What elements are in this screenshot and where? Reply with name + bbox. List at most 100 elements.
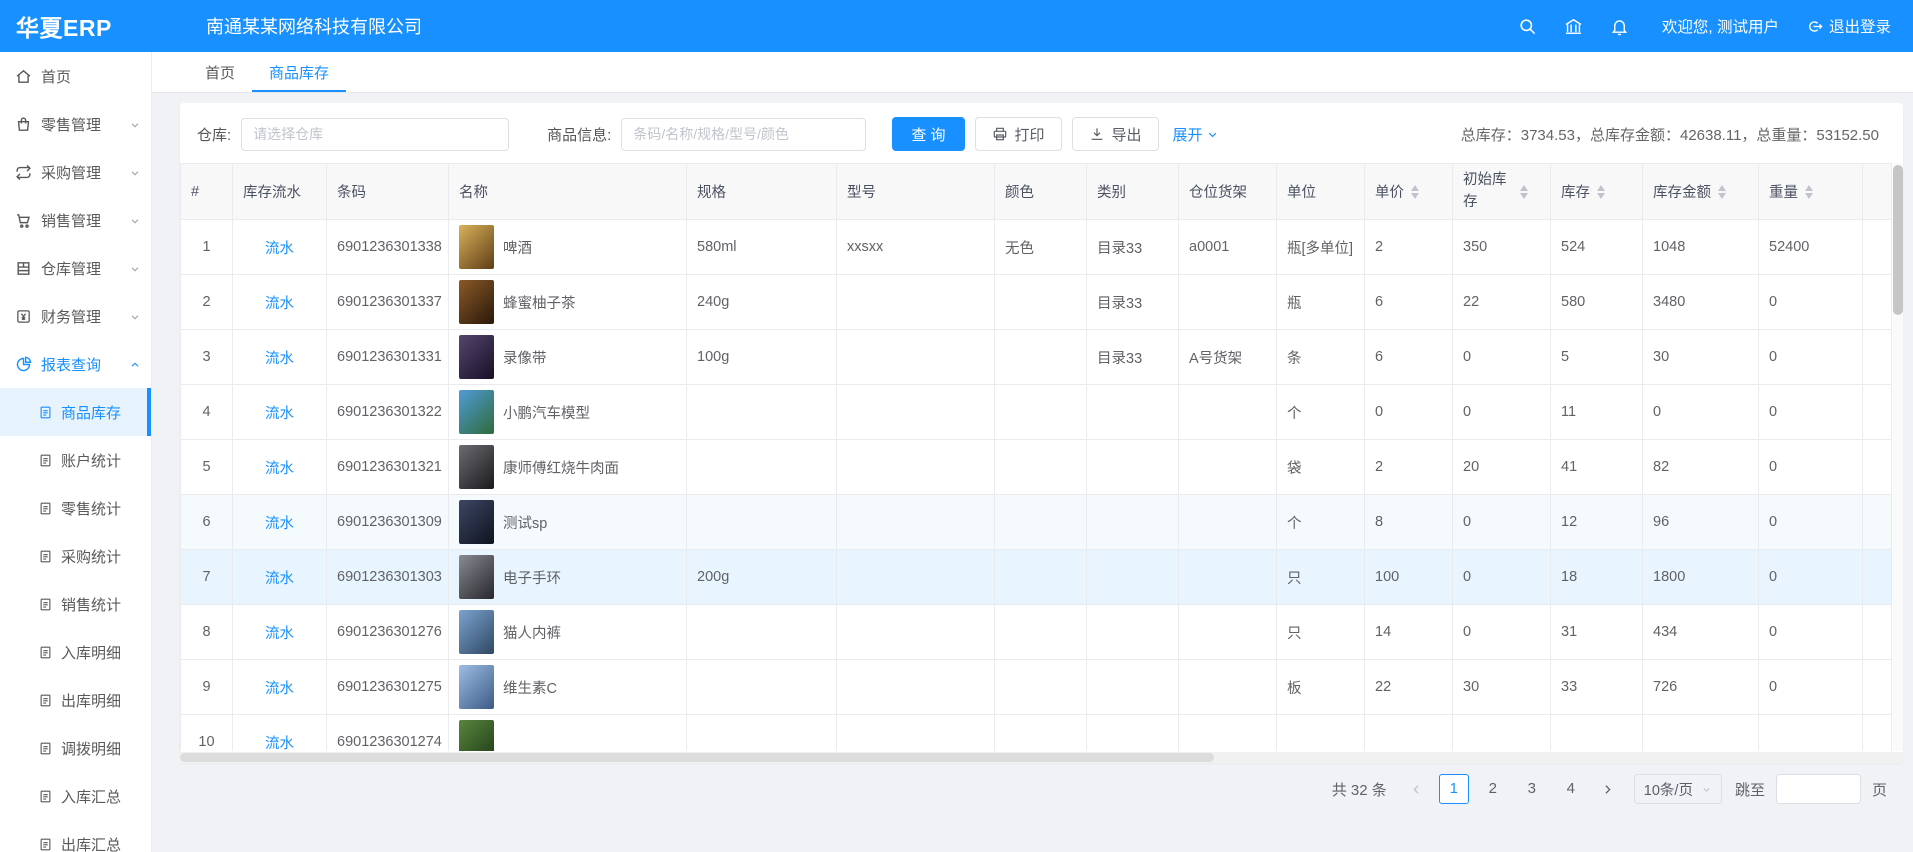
- cell-color: [995, 385, 1087, 440]
- column-header-stock-amount[interactable]: 库存金额: [1643, 164, 1759, 220]
- cell-stock-amount: 1048: [1643, 220, 1759, 275]
- horizontal-scrollbar-thumb[interactable]: [180, 753, 1214, 762]
- product-thumbnail[interactable]: [459, 225, 494, 269]
- product-thumbnail[interactable]: [459, 390, 494, 434]
- sidebar-item-purchase[interactable]: 采购管理: [0, 148, 151, 196]
- tab-product-stock[interactable]: 商品库存: [252, 52, 346, 92]
- stock-flow-link[interactable]: 流水: [265, 681, 294, 697]
- sidebar-item-sales[interactable]: 销售管理: [0, 196, 151, 244]
- sidebar-item-transfer-detail[interactable]: 调拨明细: [0, 724, 151, 772]
- product-info-label: 商品信息:: [547, 124, 611, 145]
- product-thumbnail[interactable]: [459, 720, 494, 751]
- warehouse-select-input[interactable]: [241, 118, 509, 151]
- product-name: 录像带: [503, 347, 547, 368]
- product-thumbnail[interactable]: [459, 665, 494, 709]
- stock-flow-link[interactable]: 流水: [265, 571, 294, 587]
- product-thumbnail[interactable]: [459, 280, 494, 324]
- jump-page-input[interactable]: [1776, 774, 1861, 804]
- stock-flow-link[interactable]: 流水: [265, 296, 294, 312]
- table-row[interactable]: 10流水6901236301274: [181, 715, 1892, 752]
- export-button[interactable]: 导出: [1072, 117, 1159, 151]
- search-button[interactable]: 查 询: [892, 117, 964, 151]
- platform-icon[interactable]: [1564, 17, 1583, 36]
- page-number-2[interactable]: 2: [1478, 774, 1508, 804]
- sidebar-item-reports[interactable]: 报表查询: [0, 340, 151, 388]
- product-thumbnail[interactable]: [459, 610, 494, 654]
- stock-flow-link[interactable]: 流水: [265, 406, 294, 422]
- cell-category: [1087, 605, 1179, 660]
- page-number-1[interactable]: 1: [1439, 774, 1469, 804]
- product-thumbnail[interactable]: [459, 500, 494, 544]
- cell-stock-flow: 流水: [233, 605, 327, 660]
- cell-initial-stock: 0: [1453, 385, 1551, 440]
- pagination-total: 共 32 条: [1332, 779, 1387, 800]
- product-name: 啤酒: [503, 237, 532, 258]
- logout-button[interactable]: 退出登录: [1806, 15, 1891, 37]
- cell-barcode: 6901236301274: [327, 715, 449, 752]
- column-header-weight[interactable]: 重量: [1759, 164, 1863, 220]
- app-logo[interactable]: 华夏ERP: [0, 9, 152, 43]
- stock-flow-link[interactable]: 流水: [265, 626, 294, 642]
- sidebar-item-label: 零售统计: [61, 498, 121, 519]
- product-thumbnail[interactable]: [459, 445, 494, 489]
- print-button[interactable]: 打印: [975, 117, 1062, 151]
- expand-toggle[interactable]: 展开: [1173, 124, 1219, 145]
- sidebar-item-warehouse[interactable]: 仓库管理: [0, 244, 151, 292]
- stock-flow-link[interactable]: 流水: [265, 736, 294, 752]
- sidebar-item-outbound-summary[interactable]: 出库汇总: [0, 820, 151, 852]
- vertical-scrollbar-thumb[interactable]: [1893, 165, 1903, 315]
- cell-stock: 33: [1551, 660, 1643, 715]
- page-size-select[interactable]: 10条/页: [1634, 774, 1722, 804]
- table-row[interactable]: 2流水6901236301337蜂蜜柚子茶240g目录33瓶6225803480…: [181, 275, 1892, 330]
- cell-initial-stock: 0: [1453, 495, 1551, 550]
- sidebar-item-inbound-detail[interactable]: 入库明细: [0, 628, 151, 676]
- stock-flow-link[interactable]: 流水: [265, 241, 294, 257]
- sidebar-item-retail[interactable]: 零售管理: [0, 100, 151, 148]
- product-thumbnail[interactable]: [459, 335, 494, 379]
- sidebar-item-home[interactable]: 首页: [0, 52, 151, 100]
- search-icon[interactable]: [1518, 17, 1537, 36]
- cell-stock: 5: [1551, 330, 1643, 385]
- notification-bell-icon[interactable]: [1610, 17, 1629, 36]
- cell-stock: 18: [1551, 550, 1643, 605]
- sidebar-item-inbound-summary[interactable]: 入库汇总: [0, 772, 151, 820]
- page-number-3[interactable]: 3: [1517, 774, 1547, 804]
- sidebar-item-finance[interactable]: 财务管理: [0, 292, 151, 340]
- table-row[interactable]: 7流水6901236301303电子手环200g只10001818000: [181, 550, 1892, 605]
- sidebar-item-account-stats[interactable]: 账户统计: [0, 436, 151, 484]
- sidebar-item-retail-stats[interactable]: 零售统计: [0, 484, 151, 532]
- page-size-value: 10条/页: [1644, 779, 1693, 800]
- cell-price: 2: [1365, 220, 1453, 275]
- sidebar-item-purchase-stats[interactable]: 采购统计: [0, 532, 151, 580]
- sidebar-item-sales-stats[interactable]: 销售统计: [0, 580, 151, 628]
- product-thumbnail[interactable]: [459, 555, 494, 599]
- product-info-input[interactable]: [621, 118, 866, 151]
- cell-rack: [1179, 440, 1277, 495]
- main-content: 首页商品库存 仓库: 商品信息: 查 询 打印 导出 展开 总库存：3734.5…: [152, 52, 1913, 852]
- column-header-stock-flow: 库存流水: [233, 164, 327, 220]
- table-row[interactable]: 6流水6901236301309测试sp个8012960: [181, 495, 1892, 550]
- column-header-stock[interactable]: 库存: [1551, 164, 1643, 220]
- stock-flow-link[interactable]: 流水: [265, 461, 294, 477]
- sidebar-item-outbound-detail[interactable]: 出库明细: [0, 676, 151, 724]
- table-row[interactable]: 5流水6901236301321康师傅红烧牛肉面袋22041820: [181, 440, 1892, 495]
- stock-flow-link[interactable]: 流水: [265, 516, 294, 532]
- sort-icon: [1597, 181, 1605, 203]
- table-row[interactable]: 3流水6901236301331录像带100g目录33A号货架条605300: [181, 330, 1892, 385]
- column-header-price[interactable]: 单价: [1365, 164, 1453, 220]
- next-page-button[interactable]: [1595, 774, 1621, 804]
- table-row[interactable]: 4流水6901236301322小鹏汽车模型个001100: [181, 385, 1892, 440]
- table-row[interactable]: 1流水6901236301338啤酒580mlxxsxx无色目录33a0001瓶…: [181, 220, 1892, 275]
- page-number-4[interactable]: 4: [1556, 774, 1586, 804]
- cell-unit: 个: [1277, 495, 1365, 550]
- table-row[interactable]: 8流水6901236301276猫人内裤只140314340: [181, 605, 1892, 660]
- prev-page-button[interactable]: [1404, 774, 1430, 804]
- sidebar-item-label: 出库明细: [61, 690, 121, 711]
- table-row[interactable]: 9流水6901236301275维生素C板2230337260: [181, 660, 1892, 715]
- column-header-initial-stock[interactable]: 初始库存: [1453, 164, 1551, 220]
- horizontal-scrollbar: [180, 752, 1903, 763]
- stock-flow-link[interactable]: 流水: [265, 351, 294, 367]
- cell-unit: 条: [1277, 330, 1365, 385]
- sidebar-item-product-stock[interactable]: 商品库存: [0, 388, 151, 436]
- tab-home[interactable]: 首页: [188, 52, 252, 92]
